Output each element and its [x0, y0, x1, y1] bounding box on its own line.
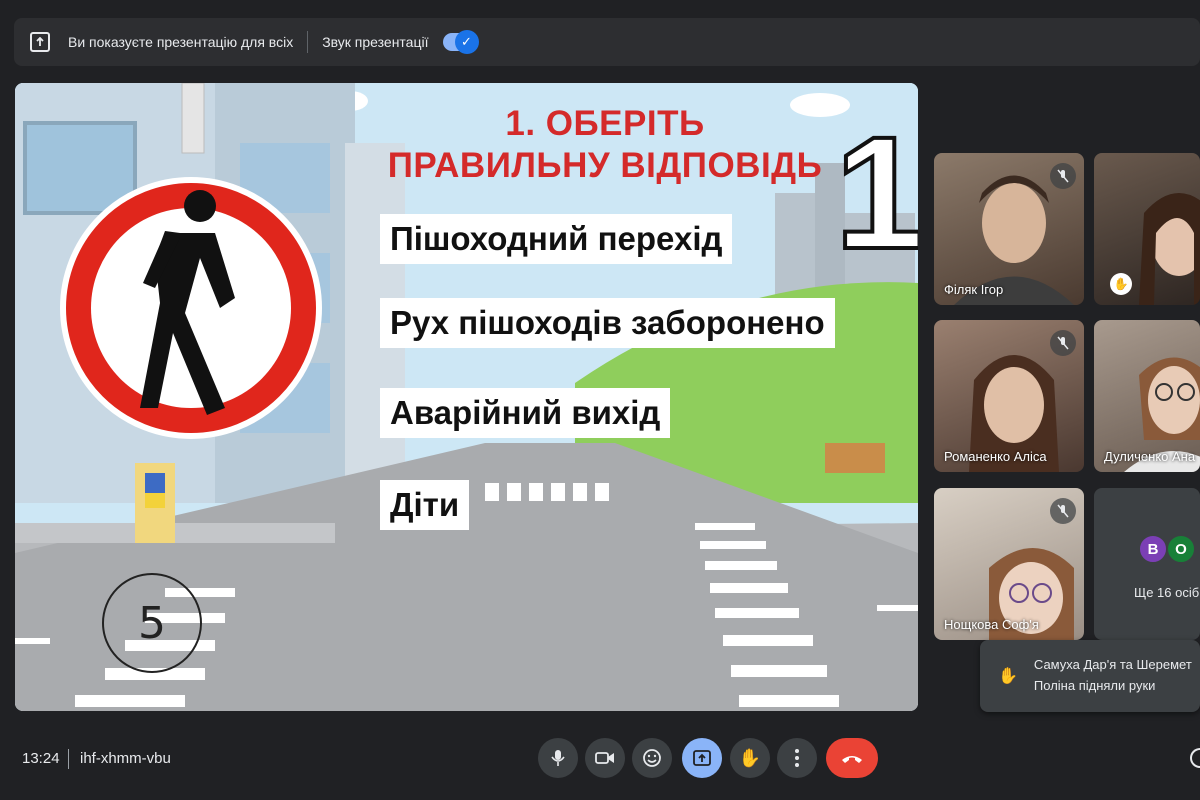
notification-line-1: Самуха Дар'я та Шеремет	[1033, 657, 1192, 673]
presentation-audio-label: Звук презентації	[322, 34, 429, 50]
bottom-divider	[68, 749, 69, 769]
microphone-button[interactable]	[538, 738, 578, 778]
leave-call-button[interactable]	[826, 738, 878, 778]
answer-option-4: Діти	[380, 480, 470, 530]
hand-raised-icon: ✋	[998, 668, 1018, 685]
participant-tile[interactable]: Нощкова Соф'я	[934, 488, 1084, 640]
participant-tile[interactable]: Романенко Аліса	[934, 320, 1084, 472]
meeting-code: ihf-xhmm-vbu	[80, 750, 171, 767]
reactions-button[interactable]	[632, 738, 672, 778]
presenting-text: Ви показуєте презентацію для всіх	[68, 34, 294, 50]
mic-off-icon	[1050, 330, 1076, 356]
more-vert-icon	[795, 749, 799, 767]
check-icon: ✓	[454, 30, 479, 54]
present-screen-icon	[693, 750, 711, 766]
present-now-button[interactable]	[682, 738, 722, 778]
raise-hand-button[interactable]: ✋	[730, 738, 770, 778]
more-options-button[interactable]	[777, 738, 817, 778]
avatar: В	[1138, 534, 1168, 564]
presenting-banner: Ви показуєте презентацію для всіх Звук п…	[14, 18, 1200, 66]
slide-title-line-2: ПРАВИЛЬНУ ВІДПОВІДЬ	[387, 146, 823, 185]
present-screen-icon	[30, 32, 50, 52]
participant-tile[interactable]: ✋	[1094, 153, 1200, 305]
answer-option-2: Рух пішоходів заборонено	[380, 298, 835, 348]
participant-name: Романенко Аліса	[944, 449, 1047, 464]
presented-slide: 1. ОБЕРІТЬ ПРАВИЛЬНУ ВІДПОВІДЬ 1 Пішоход…	[15, 83, 918, 711]
presentation-audio-toggle[interactable]: ✓	[442, 30, 479, 54]
participant-name: Філяк Ігор	[944, 282, 1004, 297]
slide-title-line-1: 1. ОБЕРІТЬ	[505, 104, 705, 143]
hand-raised-icon: ✋	[738, 747, 762, 768]
hand-raised-icon: ✋	[1110, 273, 1132, 295]
participant-name: Нощкова Соф'я	[944, 617, 1039, 632]
mic-off-icon	[1050, 498, 1076, 524]
participant-tile[interactable]: Дуличенко Ана	[1094, 320, 1200, 472]
mic-off-icon	[1050, 163, 1076, 189]
more-participants-tile[interactable]: В О Ще 16 осіб	[1094, 488, 1200, 640]
countdown-timer: 5	[102, 573, 202, 673]
slide-title: 1. ОБЕРІТЬ ПРАВИЛЬНУ ВІДПОВІДЬ	[355, 103, 855, 187]
answer-option-3: Аварійний вихід	[380, 388, 671, 438]
banner-divider	[307, 31, 309, 53]
participant-tile[interactable]: Філяк Ігор	[934, 153, 1084, 305]
camera-icon	[595, 752, 614, 764]
avatar: О	[1166, 534, 1196, 564]
more-participants-count: Ще 16 осіб	[1134, 585, 1200, 600]
current-time: 13:24	[22, 750, 60, 767]
raised-hands-notification[interactable]: ✋ Самуха Дар'я та Шеремет Поліна підняли…	[980, 640, 1200, 712]
camera-button[interactable]	[585, 738, 625, 778]
avatar-letter: В	[1147, 540, 1159, 558]
answer-option-1: Пішоходний перехід	[380, 214, 733, 264]
emoji-icon	[643, 749, 661, 767]
hang-up-icon	[842, 756, 862, 763]
question-number: 1	[833, 103, 918, 282]
participant-name: Дуличенко Ана	[1104, 449, 1196, 464]
notification-line-2: Поліна підняли руки	[1033, 678, 1156, 693]
avatar-letter: О	[1175, 540, 1187, 558]
info-icon[interactable]	[1190, 748, 1200, 768]
microphone-icon	[551, 750, 565, 766]
